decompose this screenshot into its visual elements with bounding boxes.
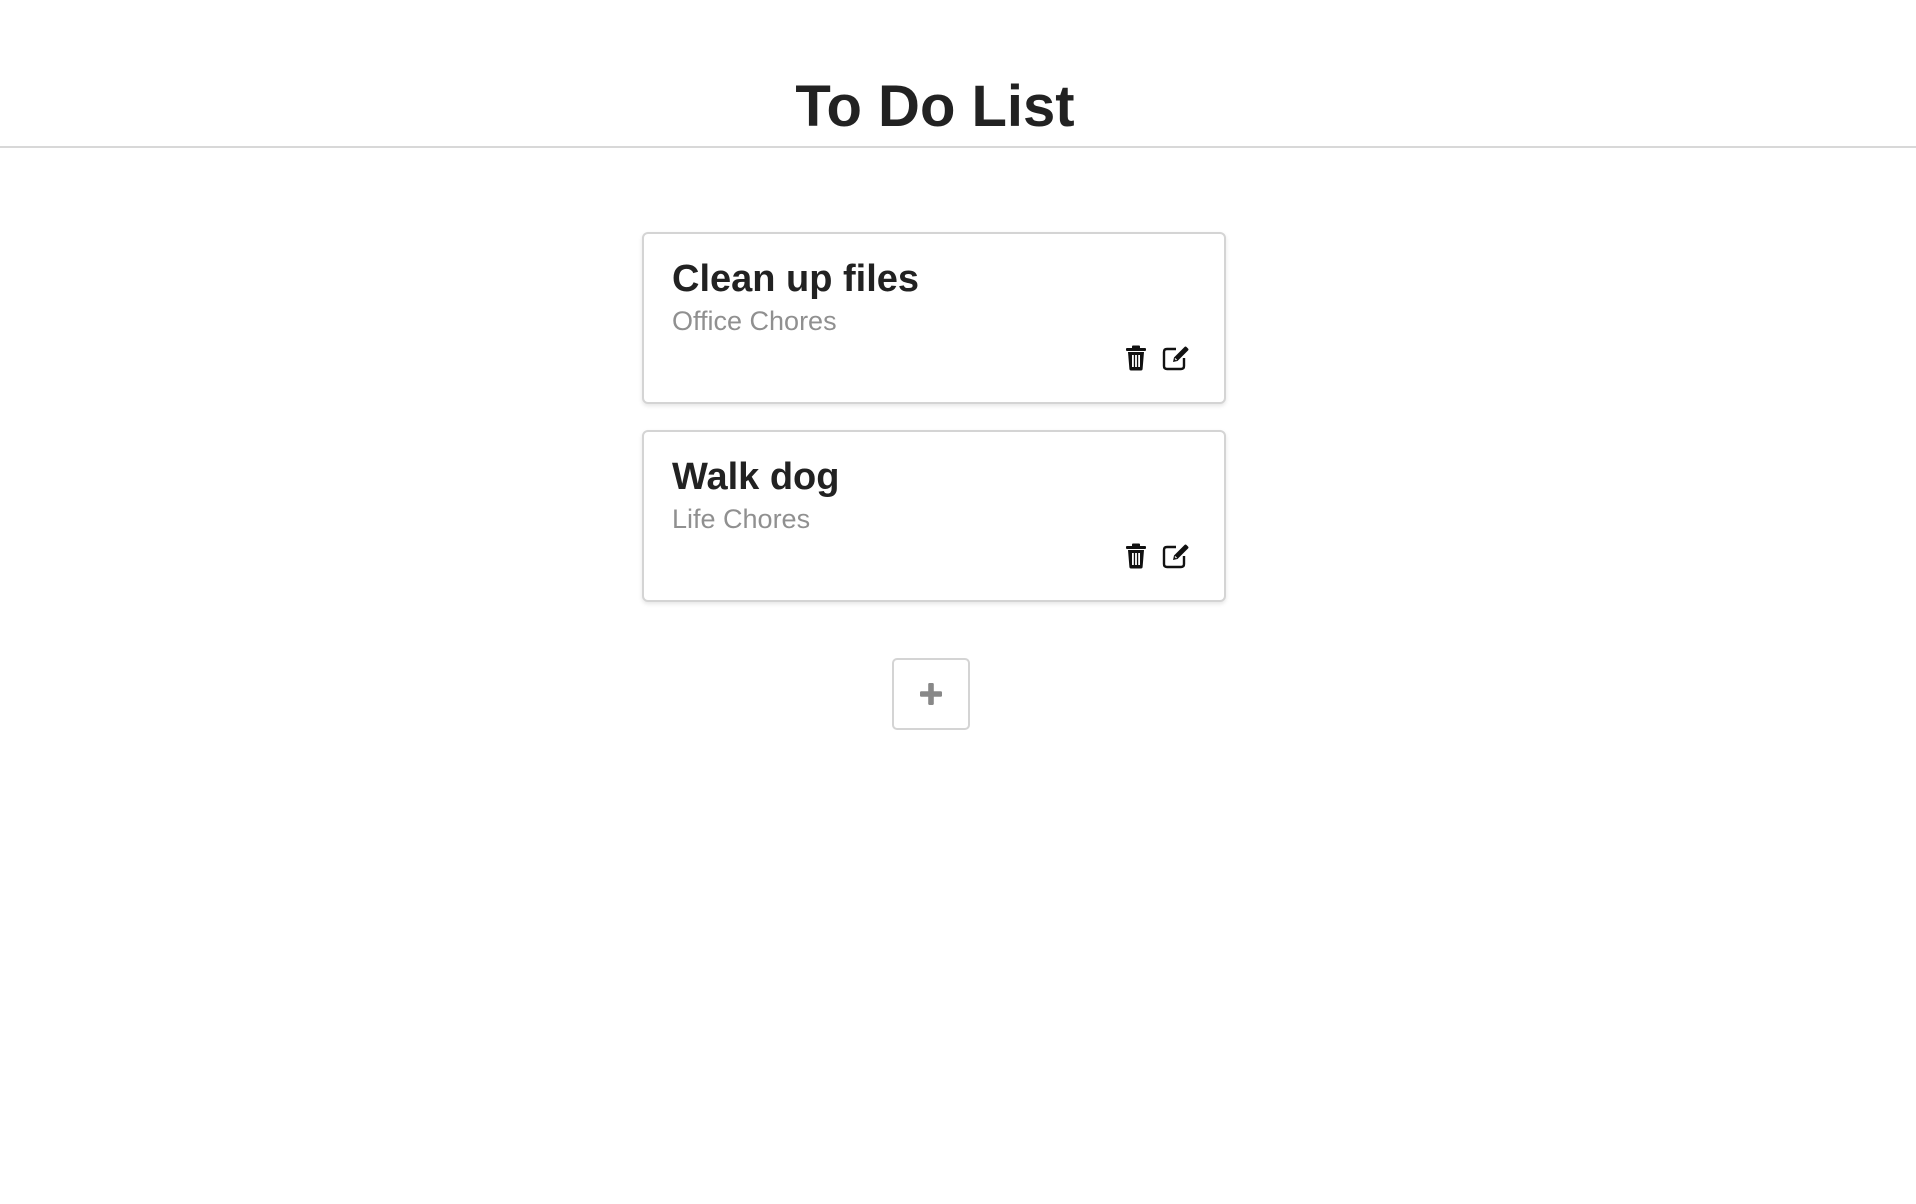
trash-icon [1126, 543, 1146, 569]
todo-category: Office Chores [672, 306, 837, 336]
todo-list: Clean up files Office Chores Walk dog Li… [642, 232, 1226, 628]
plus-icon [920, 683, 942, 705]
todo-actions [1122, 342, 1190, 374]
edit-icon [1162, 346, 1189, 371]
todo-title: Walk dog [672, 456, 840, 498]
page-header: To Do List [0, 0, 1916, 148]
trash-icon [1126, 345, 1146, 371]
add-todo-button[interactable] [892, 658, 970, 730]
todo-actions [1122, 540, 1190, 572]
todo-card: Clean up files Office Chores [642, 232, 1226, 404]
edit-button[interactable] [1162, 343, 1190, 373]
todo-title: Clean up files [672, 258, 920, 300]
edit-button[interactable] [1162, 541, 1190, 571]
todo-card: Walk dog Life Chores [642, 430, 1226, 602]
page-title: To Do List [795, 74, 1075, 139]
delete-button[interactable] [1122, 541, 1150, 571]
edit-icon [1162, 544, 1189, 569]
delete-button[interactable] [1122, 343, 1150, 373]
todo-category: Life Chores [672, 504, 811, 534]
